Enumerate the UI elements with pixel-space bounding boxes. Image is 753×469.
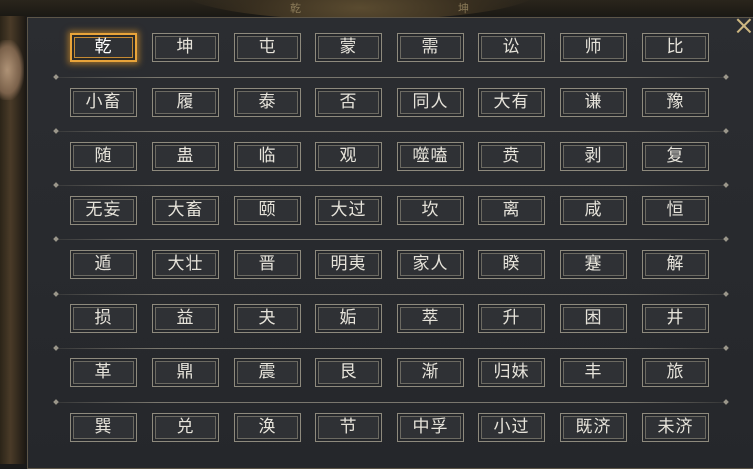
- hexagram-button[interactable]: 恒: [642, 196, 709, 225]
- hexagram-button[interactable]: 剥: [560, 142, 627, 171]
- hexagram-button[interactable]: 鼎: [152, 358, 219, 387]
- hexagram-button[interactable]: 井: [642, 304, 709, 333]
- hexagram-button[interactable]: 遁: [70, 250, 137, 279]
- hexagram-button[interactable]: 咸: [560, 196, 627, 225]
- hexagram-button[interactable]: 晋: [234, 250, 301, 279]
- hexagram-button[interactable]: 履: [152, 88, 219, 117]
- hexagram-button[interactable]: 升: [478, 304, 545, 333]
- hexagram-button[interactable]: 讼: [478, 33, 545, 62]
- row-divider: [56, 77, 726, 78]
- hexagram-button[interactable]: 损: [70, 304, 137, 333]
- hexagram-button[interactable]: 师: [560, 33, 627, 62]
- hexagram-button[interactable]: 节: [315, 413, 382, 442]
- hexagram-button[interactable]: 艮: [315, 358, 382, 387]
- hexagram-button[interactable]: 震: [234, 358, 301, 387]
- hexagram-button[interactable]: 睽: [478, 250, 545, 279]
- hexagram-button[interactable]: 归妹: [478, 358, 545, 387]
- hexagram-button[interactable]: 需: [397, 33, 464, 62]
- hexagram-button[interactable]: 泰: [234, 88, 301, 117]
- hexagram-button[interactable]: 明夷: [315, 250, 382, 279]
- ornament-glyph-1: 乾: [290, 2, 301, 15]
- hexagram-button[interactable]: 夬: [234, 304, 301, 333]
- hexagram-button[interactable]: 家人: [397, 250, 464, 279]
- row-divider: [56, 131, 726, 132]
- close-icon[interactable]: ×: [733, 13, 753, 40]
- hexagram-button[interactable]: 兑: [152, 413, 219, 442]
- hexagram-button[interactable]: 无妄: [70, 196, 137, 225]
- hexagram-button[interactable]: 巽: [70, 413, 137, 442]
- hexagram-button[interactable]: 比: [642, 33, 709, 62]
- hexagram-button[interactable]: 渐: [397, 358, 464, 387]
- hexagram-button[interactable]: 萃: [397, 304, 464, 333]
- background-character-art: [0, 0, 26, 464]
- hexagram-button[interactable]: 贲: [478, 142, 545, 171]
- hexagram-button[interactable]: 坎: [397, 196, 464, 225]
- hexagram-button[interactable]: 大畜: [152, 196, 219, 225]
- hexagram-button[interactable]: 蹇: [560, 250, 627, 279]
- hexagram-button[interactable]: 益: [152, 304, 219, 333]
- hexagram-button[interactable]: 颐: [234, 196, 301, 225]
- character-portrait: [0, 40, 24, 100]
- hexagram-button[interactable]: 中孚: [397, 413, 464, 442]
- ornament-glyph-2: 坤: [458, 2, 469, 15]
- hexagram-button[interactable]: 大有: [478, 88, 545, 117]
- hexagram-button[interactable]: 蛊: [152, 142, 219, 171]
- hexagram-button[interactable]: 谦: [560, 88, 627, 117]
- hexagram-button[interactable]: 既济: [560, 413, 627, 442]
- hexagram-button[interactable]: 小畜: [70, 88, 137, 117]
- hexagram-button[interactable]: 大壮: [152, 250, 219, 279]
- hexagram-button-selected[interactable]: 乾: [70, 33, 137, 62]
- background-top-ornament: 乾 坤: [0, 0, 753, 20]
- hexagram-button[interactable]: 未济: [642, 413, 709, 442]
- hexagram-button[interactable]: 同人: [397, 88, 464, 117]
- hexagram-button[interactable]: 大过: [315, 196, 382, 225]
- hexagram-button[interactable]: 蒙: [315, 33, 382, 62]
- hexagram-button[interactable]: 姤: [315, 304, 382, 333]
- hexagram-button[interactable]: 丰: [560, 358, 627, 387]
- hexagram-button[interactable]: 革: [70, 358, 137, 387]
- hexagram-button[interactable]: 屯: [234, 33, 301, 62]
- hexagram-button[interactable]: 小过: [478, 413, 545, 442]
- row-divider: [56, 348, 726, 349]
- hexagram-button[interactable]: 旅: [642, 358, 709, 387]
- hexagram-button[interactable]: 离: [478, 196, 545, 225]
- row-divider: [56, 402, 726, 403]
- hexagram-button[interactable]: 复: [642, 142, 709, 171]
- hexagram-button[interactable]: 解: [642, 250, 709, 279]
- row-divider: [56, 185, 726, 186]
- hexagram-button[interactable]: 观: [315, 142, 382, 171]
- row-divider: [56, 294, 726, 295]
- hexagram-button[interactable]: 涣: [234, 413, 301, 442]
- row-divider: [56, 239, 726, 240]
- hexagram-button[interactable]: 随: [70, 142, 137, 171]
- hexagram-button[interactable]: 坤: [152, 33, 219, 62]
- hexagram-button[interactable]: 否: [315, 88, 382, 117]
- hexagram-button[interactable]: 困: [560, 304, 627, 333]
- hexagram-button[interactable]: 噬嗑: [397, 142, 464, 171]
- hexagram-button[interactable]: 豫: [642, 88, 709, 117]
- hexagram-button[interactable]: 临: [234, 142, 301, 171]
